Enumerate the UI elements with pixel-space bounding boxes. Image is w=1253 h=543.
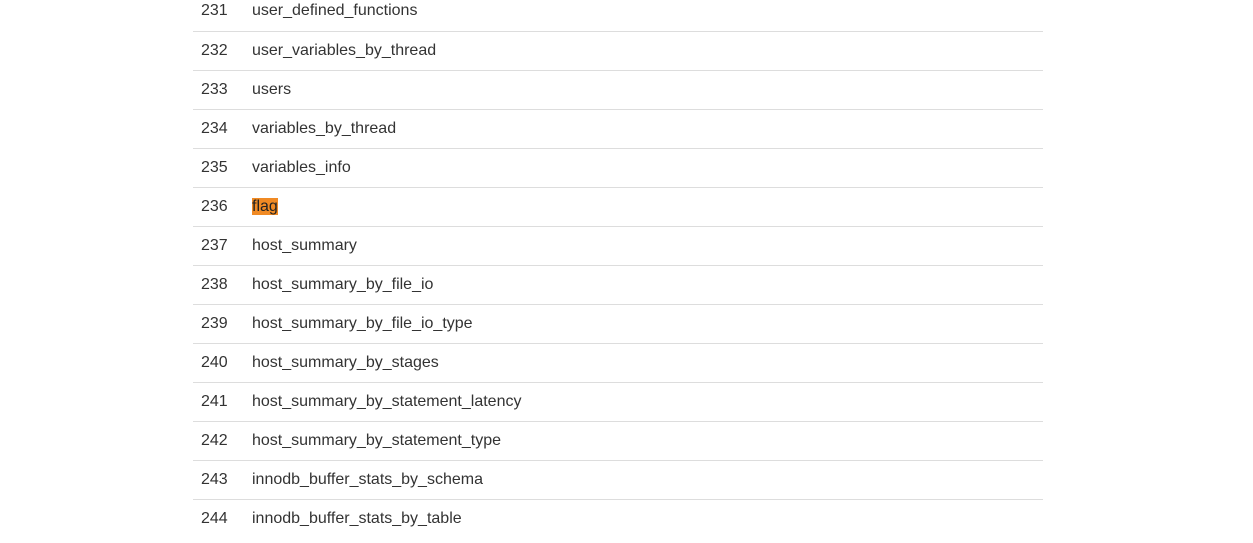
table-row: 241 host_summary_by_statement_latency [193,382,1043,421]
table-row: 237 host_summary [193,226,1043,265]
row-index: 238 [201,275,228,293]
table-row: 238 host_summary_by_file_io [193,265,1043,304]
row-value: variables_by_thread [252,119,397,137]
table-row: 231 user_defined_functions [193,0,1043,31]
row-value: user_variables_by_thread [252,41,437,59]
row-value: host_summary_by_stages [252,353,439,371]
row-value: host_summary_by_statement_latency [252,392,522,410]
row-index: 244 [201,509,228,527]
table-row: 232 user_variables_by_thread [193,31,1043,70]
search-highlight: flag [252,197,278,215]
row-value-cell: flag [252,187,1043,226]
results-table-container: 231 user_defined_functions 232 user_vari… [193,0,1043,538]
table-row: 235 variables_info [193,148,1043,187]
row-value: users [252,80,292,98]
row-value: host_summary_by_file_io_type [252,314,473,332]
row-value: host_summary [252,236,357,254]
row-index: 243 [201,470,228,488]
table-row: 233 users [193,70,1043,109]
row-value: host_summary_by_file_io [252,275,434,293]
table-row: 239 host_summary_by_file_io_type [193,304,1043,343]
row-index: 231 [201,2,228,20]
row-value: host_summary_by_statement_type [252,431,502,449]
row-index: 240 [201,353,228,371]
row-index: 233 [201,80,228,98]
row-index: 241 [201,392,228,410]
row-index: 239 [201,314,228,332]
row-index: 242 [201,431,228,449]
table-row-highlighted: 236 flag [193,187,1043,226]
results-table: 231 user_defined_functions 232 user_vari… [193,0,1043,538]
row-value: user_defined_functions [252,2,418,20]
table-row: 240 host_summary_by_stages [193,343,1043,382]
row-index: 232 [201,41,228,59]
table-row: 242 host_summary_by_statement_type [193,421,1043,460]
table-row: 234 variables_by_thread [193,109,1043,148]
row-index: 236 [201,197,228,215]
row-value: innodb_buffer_stats_by_schema [252,470,483,488]
row-index: 235 [201,158,228,176]
table-row: 243 innodb_buffer_stats_by_schema [193,460,1043,499]
row-index: 234 [201,119,228,137]
row-value: variables_info [252,158,351,176]
row-value: innodb_buffer_stats_by_table [252,509,462,527]
row-index: 237 [201,236,228,254]
table-row: 244 innodb_buffer_stats_by_table [193,499,1043,538]
